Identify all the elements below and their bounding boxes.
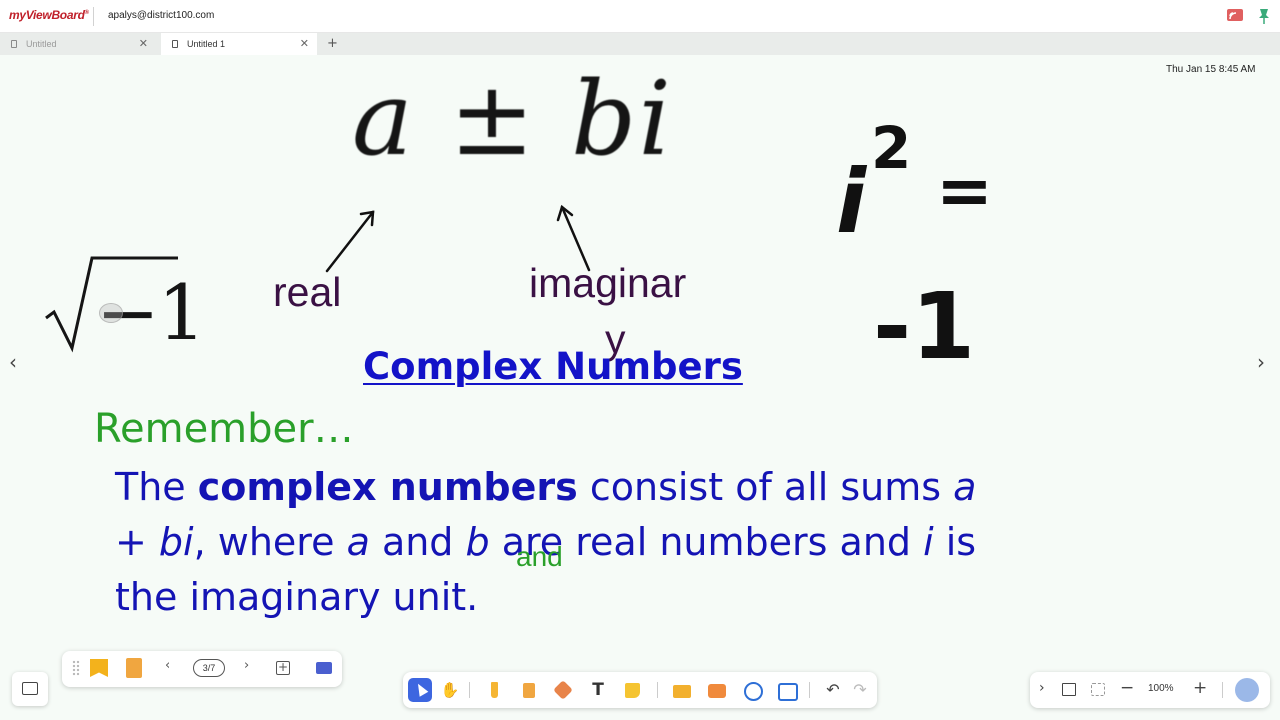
formula-a-plus-minus-bi[interactable]: a ± bi bbox=[352, 60, 673, 179]
var-a: a bbox=[346, 520, 370, 564]
shape-tool-icon[interactable] bbox=[553, 680, 573, 700]
var-a: a bbox=[953, 465, 977, 509]
map-icon[interactable] bbox=[1062, 683, 1076, 696]
capture-icon[interactable] bbox=[776, 680, 798, 701]
zoom-level[interactable]: 100% bbox=[1148, 683, 1174, 694]
app-logo: myViewBoard® bbox=[9, 8, 89, 22]
close-tab-icon[interactable]: ✕ bbox=[139, 37, 148, 50]
sticky-note-icon[interactable] bbox=[622, 680, 642, 700]
tab-label: Untitled 1 bbox=[187, 39, 226, 49]
avatar[interactable] bbox=[1235, 678, 1259, 702]
top-bar: myViewBoard® apalys@district100.com bbox=[0, 0, 1280, 33]
negative-one[interactable]: -1 bbox=[873, 273, 975, 380]
folder-icon[interactable] bbox=[672, 680, 692, 700]
annotation-imaginary[interactable]: imaginar bbox=[529, 260, 686, 307]
text-bold: complex numbers bbox=[197, 465, 578, 509]
divider bbox=[93, 7, 94, 26]
page-counter[interactable]: 3/7 bbox=[193, 659, 225, 677]
undo-icon[interactable]: ↶ bbox=[823, 680, 843, 700]
tab-label: Untitled bbox=[26, 39, 57, 49]
toolkit-icon[interactable] bbox=[707, 680, 727, 700]
definition-line-3[interactable]: the imaginary unit. bbox=[115, 575, 478, 619]
divider bbox=[469, 682, 470, 698]
zoom-out-icon[interactable]: − bbox=[1120, 678, 1134, 698]
bookmark-icon[interactable] bbox=[90, 659, 108, 677]
i-base[interactable]: i bbox=[836, 150, 866, 253]
definition-line-1[interactable]: The complex numbers consist of all sums … bbox=[115, 465, 976, 509]
annotation-real[interactable]: real bbox=[273, 269, 341, 316]
expand-chevron-icon[interactable]: › bbox=[1039, 680, 1045, 696]
var-bi: bi bbox=[158, 520, 194, 564]
document-icon bbox=[172, 40, 178, 48]
i-exponent[interactable]: 2 bbox=[871, 114, 911, 182]
tab-untitled-1[interactable]: Untitled 1 ✕ bbox=[161, 33, 317, 55]
drag-handle-icon[interactable] bbox=[72, 660, 80, 676]
text: The bbox=[115, 465, 198, 509]
text: is bbox=[933, 520, 977, 564]
text-tool-icon[interactable]: T bbox=[588, 680, 608, 700]
eraser-tool-icon[interactable] bbox=[519, 680, 539, 700]
text: + bbox=[115, 520, 159, 564]
text: and bbox=[369, 520, 466, 564]
add-tab-icon[interactable]: + bbox=[327, 36, 338, 51]
var-i: i bbox=[923, 520, 934, 564]
text: , where bbox=[193, 520, 347, 564]
pen-tool-icon[interactable] bbox=[485, 680, 505, 700]
account-email[interactable]: apalys@district100.com bbox=[108, 10, 214, 21]
main-toolbar: ✋ T ↶ ↷ bbox=[403, 672, 877, 708]
globe-icon[interactable] bbox=[742, 680, 763, 701]
handwritten-and[interactable]: and bbox=[516, 541, 563, 573]
redo-icon[interactable]: ↷ bbox=[850, 680, 870, 700]
previous-page-icon[interactable]: ‹ bbox=[165, 658, 170, 673]
date-time: Thu Jan 15 8:45 AM bbox=[1166, 64, 1256, 75]
select-tool-icon[interactable] bbox=[408, 678, 432, 702]
slide-title[interactable]: Complex Numbers bbox=[363, 345, 743, 388]
add-page-icon[interactable]: + bbox=[276, 661, 290, 675]
tab-untitled[interactable]: Untitled ✕ bbox=[0, 33, 156, 55]
pin-icon[interactable] bbox=[1256, 7, 1272, 25]
cast-icon[interactable] bbox=[1226, 8, 1244, 24]
divider bbox=[809, 682, 810, 698]
logo-text: myViewBoard bbox=[9, 8, 85, 22]
clipboard-icon[interactable] bbox=[126, 658, 142, 678]
divider bbox=[1222, 682, 1223, 698]
equals-sign[interactable]: = bbox=[936, 152, 993, 231]
var-b: b bbox=[465, 520, 490, 564]
keyboard-icon[interactable] bbox=[316, 662, 332, 674]
remember-heading[interactable]: Remember… bbox=[94, 406, 354, 452]
next-page-icon[interactable]: › bbox=[244, 658, 249, 673]
divider bbox=[657, 682, 658, 698]
next-page-arrow-icon[interactable]: › bbox=[1257, 350, 1265, 374]
fit-screen-icon[interactable] bbox=[1091, 683, 1105, 696]
text: consist of all sums bbox=[577, 465, 954, 509]
screenshot-button[interactable] bbox=[12, 672, 48, 706]
pan-hand-icon[interactable]: ✋ bbox=[440, 680, 460, 700]
zoom-in-icon[interactable]: + bbox=[1193, 678, 1207, 698]
zoom-panel: › − 100% + bbox=[1030, 672, 1270, 708]
tab-bar: Untitled ✕ Untitled 1 ✕ + bbox=[0, 33, 1280, 55]
document-icon bbox=[11, 40, 17, 48]
pointer-cursor bbox=[99, 303, 123, 323]
page-panel: ‹ 3/7 › + bbox=[62, 651, 342, 687]
close-tab-icon[interactable]: ✕ bbox=[300, 37, 309, 50]
previous-page-arrow-icon[interactable]: ‹ bbox=[9, 350, 17, 374]
arrow-real bbox=[325, 210, 375, 273]
screen-capture-icon bbox=[22, 682, 38, 695]
